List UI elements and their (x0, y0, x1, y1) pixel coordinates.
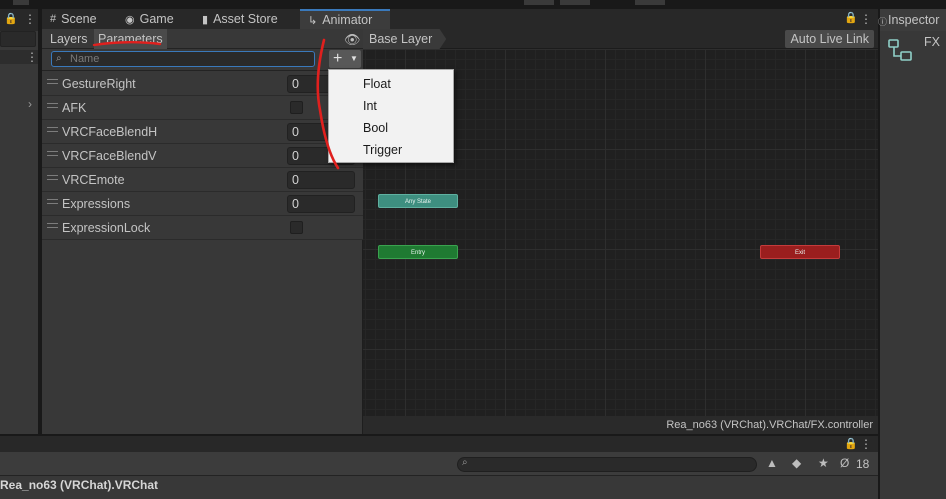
left-panel-tabbar: 🔒 ⋮ (0, 9, 38, 31)
parameter-row[interactable]: VRCEmote 0 (42, 168, 363, 192)
lock-icon[interactable]: 🔒 (4, 12, 18, 25)
parameter-name[interactable]: VRCEmote (62, 168, 125, 192)
tab-scene[interactable]: # Scene (42, 9, 112, 29)
filter-by-type-icon[interactable]: ▲ (766, 456, 778, 470)
animator-controller-icon (888, 39, 912, 61)
parameter-value-field[interactable]: 0 (287, 171, 355, 189)
menu-item-int[interactable]: Int (363, 99, 377, 113)
tab-animator-label: Animator (322, 13, 373, 27)
drag-handle-icon[interactable] (47, 103, 58, 108)
tab-asset-store-label: Asset Store (213, 12, 278, 26)
bottom-panel-title: Rea_no63 (VRChat).VRChat (0, 478, 159, 492)
bottom-panel-tabbar: 🔒 ⋮ (0, 436, 878, 452)
grid-icon: # (50, 13, 57, 25)
top-strip-segment (13, 0, 29, 5)
search-icon: ⌕ (56, 53, 62, 64)
shopping-bag-icon: ▮ (202, 13, 209, 26)
controller-path: Rea_no63 (VRChat).VRChat/FX.controller (666, 419, 873, 431)
drag-handle-icon[interactable] (47, 79, 58, 84)
subtab-bar: Layers Parameters 👁 (42, 29, 363, 49)
tab-game-label: Game (139, 12, 174, 26)
bottom-panel: 🔒 ⋮ ⌕ ▲ ◆ ★ Ø 18 Rea_no63 (VRChat).VRCha… (0, 436, 878, 499)
parameter-list: GestureRight 0 AFK VRCFaceBlendH 0 VRCFaceBle… (42, 72, 363, 240)
parameter-name[interactable]: ExpressionLock (62, 216, 150, 240)
left-panel-search-field[interactable] (0, 31, 36, 47)
tab-scene-label: Scene (61, 12, 97, 26)
label-tag-icon[interactable]: ◆ (792, 456, 801, 470)
tab-inspector-label: Inspector (888, 13, 940, 27)
parameter-name[interactable]: GestureRight (62, 72, 136, 96)
parameter-row[interactable]: VRCFaceBlendV 0 (42, 144, 363, 168)
parameter-row[interactable]: VRCFaceBlendH 0 (42, 120, 363, 144)
controller-path-bar: Rea_no63 (VRChat).VRChat/FX.controller (363, 416, 878, 434)
parameter-bool-checkbox[interactable] (290, 221, 303, 234)
add-parameter-menu: Float Int Bool Trigger (328, 69, 454, 163)
parameter-name[interactable]: Expressions (62, 192, 130, 216)
tab-asset-store[interactable]: ▮ Asset Store (194, 9, 294, 29)
hidden-packages-icon[interactable]: Ø (840, 456, 849, 470)
drag-handle-icon[interactable] (47, 199, 58, 204)
parameter-name[interactable]: VRCFaceBlendV (62, 144, 157, 168)
tab-inspector[interactable]: ⓘ Inspector (878, 9, 946, 31)
left-panel-row: ⋮ (0, 50, 38, 64)
top-strip (0, 0, 946, 8)
drag-handle-icon[interactable] (47, 127, 58, 132)
parameter-row[interactable]: ExpressionLock (42, 216, 363, 240)
parameter-row[interactable]: Expressions 0 (42, 192, 363, 216)
chevron-right-icon[interactable]: › (28, 97, 32, 111)
inspector-object-name: FX (924, 35, 940, 49)
parameter-bool-checkbox[interactable] (290, 101, 303, 114)
search-row: ⌕ Name + ▼ (42, 49, 363, 71)
parameters-pane: Layers Parameters 👁 ⌕ Name + ▼ GestureRi… (42, 29, 363, 434)
more-options-icon[interactable]: ⋮ (860, 438, 872, 450)
menu-item-float[interactable]: Float (363, 77, 391, 91)
menu-item-trigger[interactable]: Trigger (363, 143, 402, 157)
breadcrumb-base-layer[interactable]: Base Layer (363, 29, 447, 49)
search-icon: ⌕ (462, 457, 468, 468)
more-options-icon[interactable]: ⋮ (24, 13, 36, 25)
entry-node[interactable]: Entry (378, 245, 458, 259)
left-panel: 🔒 ⋮ ⋮ › (0, 9, 38, 434)
exit-node[interactable]: Exit (760, 245, 840, 259)
more-options-icon[interactable]: ⋮ (860, 13, 872, 25)
lock-icon[interactable]: 🔒 (844, 437, 858, 450)
auto-live-link-button[interactable]: Auto Live Link (785, 30, 874, 48)
bottom-toolbar: ⌕ ▲ ◆ ★ Ø 18 (0, 452, 878, 476)
tab-parameters[interactable]: Parameters (94, 29, 167, 49)
parameter-row[interactable]: AFK (42, 96, 363, 120)
tab-layers[interactable]: Layers (46, 29, 92, 49)
more-options-icon[interactable]: ⋮ (26, 51, 38, 63)
drag-handle-icon[interactable] (47, 223, 58, 228)
search-placeholder: Name (70, 53, 100, 65)
drag-handle-icon[interactable] (47, 175, 58, 180)
star-icon[interactable]: ★ (818, 456, 829, 470)
tab-game[interactable]: ◉ Game (117, 9, 187, 29)
bottom-search-input[interactable]: ⌕ (457, 457, 757, 472)
inspector-panel: ⓘ Inspector FX (878, 9, 946, 499)
tab-animator[interactable]: ↳ Animator (300, 9, 390, 29)
parameter-row[interactable]: GestureRight 0 (42, 72, 363, 96)
eye-icon[interactable]: 👁 (344, 32, 361, 48)
animator-icon: ↳ (308, 14, 318, 27)
plus-icon: + (333, 50, 343, 67)
menu-item-bool[interactable]: Bool (363, 121, 388, 135)
info-icon: ⓘ (878, 17, 888, 27)
top-strip-segment (560, 0, 590, 5)
parameter-value-field[interactable]: 0 (287, 195, 355, 213)
add-parameter-button[interactable]: + ▼ (329, 50, 361, 68)
top-strip-segment (635, 0, 665, 5)
lock-icon[interactable]: 🔒 (844, 11, 858, 24)
parameter-name[interactable]: AFK (62, 96, 86, 120)
hidden-count: 18 (856, 457, 870, 471)
any-state-node[interactable]: Any State (378, 194, 458, 208)
gamepad-icon: ◉ (125, 13, 135, 26)
parameter-name[interactable]: VRCFaceBlendH (62, 120, 157, 144)
top-strip-segment (524, 0, 554, 5)
window-tab-row: # Scene ◉ Game ▮ Asset Store ↳ Animator … (42, 9, 878, 29)
drag-handle-icon[interactable] (47, 151, 58, 156)
caret-down-icon: ▼ (350, 54, 358, 63)
graph-toolbar: Base Layer Auto Live Link (363, 29, 878, 49)
parameter-search-input[interactable]: ⌕ Name (51, 51, 315, 67)
